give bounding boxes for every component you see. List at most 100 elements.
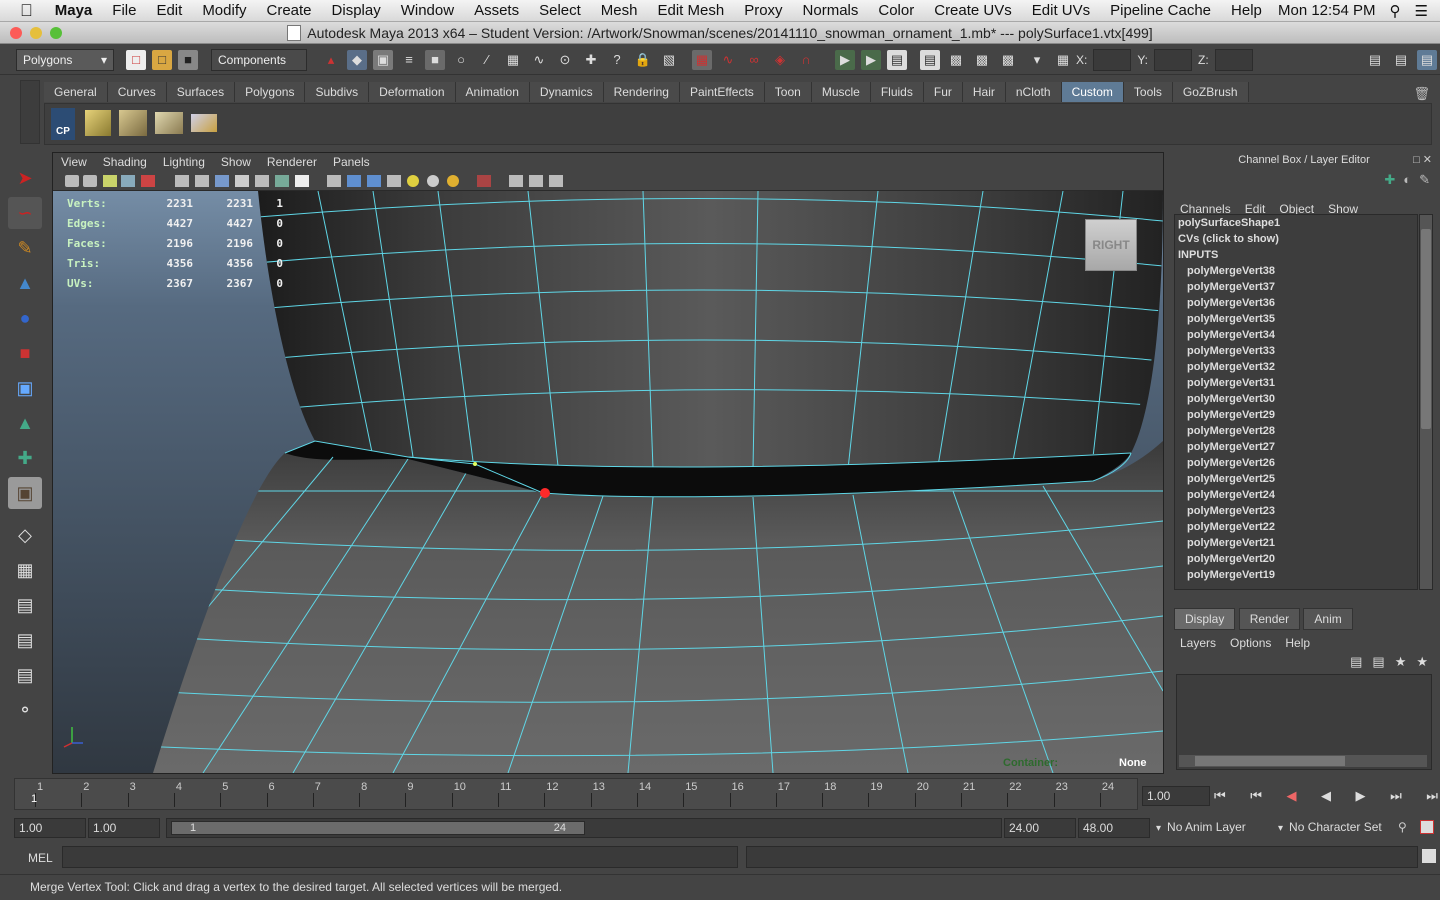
- cvs-toggle[interactable]: CVs (click to show): [1175, 231, 1417, 247]
- menu-create-uvs[interactable]: Create UVs: [924, 2, 1022, 19]
- construction-history-icon[interactable]: ▤: [887, 49, 907, 70]
- ipr-render-icon[interactable]: ▩: [972, 50, 992, 70]
- viewport-menu-show[interactable]: Show: [213, 155, 259, 169]
- range-slider-handle[interactable]: 1 24: [171, 821, 585, 835]
- view-cube[interactable]: RIGHT: [1085, 219, 1137, 271]
- tab-ncloth[interactable]: nCloth: [1005, 82, 1062, 102]
- viewport-menu-lighting[interactable]: Lighting: [155, 155, 213, 169]
- input-node[interactable]: polyMergeVert26: [1175, 455, 1417, 471]
- shelf-options[interactable]: [20, 80, 40, 144]
- layer-list[interactable]: [1176, 674, 1432, 770]
- tab-dynamics[interactable]: Dynamics: [529, 82, 604, 102]
- select-by-line-icon[interactable]: ∕: [477, 50, 497, 70]
- y-field[interactable]: [1154, 48, 1193, 71]
- menu-assets[interactable]: Assets: [464, 2, 529, 19]
- tool-settings-toggle-icon[interactable]: ▤: [1391, 50, 1411, 70]
- attribute-editor-toggle-icon[interactable]: ▤: [1365, 50, 1385, 70]
- input-node[interactable]: polyMergeVert29: [1175, 407, 1417, 423]
- render-view-icon[interactable]: ▤: [920, 49, 940, 70]
- go-to-start-icon[interactable]: ⏮: [1214, 788, 1226, 804]
- render-current-icon[interactable]: ▩: [946, 50, 966, 70]
- menu-help[interactable]: Help: [1221, 2, 1272, 19]
- tab-surfaces[interactable]: Surfaces: [166, 82, 236, 102]
- select-by-pivot-icon[interactable]: ⊙: [555, 50, 575, 70]
- spotlight-search-icon[interactable]: ⚲: [1390, 2, 1401, 20]
- snap-view-plane-icon[interactable]: ◈: [770, 50, 790, 70]
- app-menu[interactable]: Maya: [45, 2, 103, 19]
- vertex-point[interactable]: [473, 462, 477, 466]
- tab-toon[interactable]: Toon: [764, 82, 812, 102]
- character-set-dropdown[interactable]: ▾ No Character Set: [1274, 818, 1398, 838]
- layer-menu-options[interactable]: Options: [1230, 636, 1271, 650]
- select-by-point-icon[interactable]: ■: [425, 49, 445, 70]
- input-node[interactable]: polyMergeVert32: [1175, 359, 1417, 375]
- layout-single-pane-icon[interactable]: ◇: [8, 519, 42, 551]
- tab-animation[interactable]: Animation: [455, 82, 530, 102]
- select-by-face-icon[interactable]: ▦: [503, 50, 523, 70]
- clock[interactable]: Mon 12:54 PM: [1278, 2, 1376, 19]
- new-layer-selected-icon[interactable]: ★: [1416, 654, 1428, 670]
- snap-grid-icon[interactable]: ▦: [692, 49, 712, 70]
- input-node[interactable]: polyMergeVert27: [1175, 439, 1417, 455]
- viewport-menu-view[interactable]: View: [53, 155, 95, 169]
- show-manipulator-icon[interactable]: ✚: [8, 442, 42, 474]
- shelf-tool-1-icon[interactable]: [85, 110, 111, 136]
- absolute-transform-icon[interactable]: ▦: [1053, 50, 1073, 70]
- select-component-icon[interactable]: ▣: [373, 49, 393, 70]
- scale-tool-icon[interactable]: ■: [8, 337, 42, 369]
- select-object-icon[interactable]: ◆: [347, 49, 367, 70]
- select-tool-icon[interactable]: ➤: [8, 162, 42, 194]
- move-layer-down-icon[interactable]: ▤: [1372, 654, 1384, 670]
- menu-edit-uvs[interactable]: Edit UVs: [1022, 2, 1100, 19]
- viewport-menu-shading[interactable]: Shading: [95, 155, 155, 169]
- new-scene-icon[interactable]: □: [126, 49, 146, 70]
- input-node[interactable]: polyMergeVert22: [1175, 519, 1417, 535]
- render-settings-icon[interactable]: ▩: [998, 50, 1018, 70]
- input-node[interactable]: polyMergeVert36: [1175, 295, 1417, 311]
- playback-start-field[interactable]: 1.00: [88, 818, 160, 838]
- open-scene-icon[interactable]: □: [152, 49, 172, 70]
- input-node[interactable]: polyMergeVert24: [1175, 487, 1417, 503]
- input-node[interactable]: polyMergeVert19: [1175, 567, 1417, 583]
- tab-tools[interactable]: Tools: [1123, 82, 1173, 102]
- tab-rendering[interactable]: Rendering: [603, 82, 680, 102]
- z-field[interactable]: [1214, 48, 1253, 71]
- save-scene-icon[interactable]: ■: [178, 49, 198, 70]
- snap-curve-icon[interactable]: ∿: [718, 50, 738, 70]
- merge-vertex-tool-icon[interactable]: ▣: [8, 477, 42, 509]
- menu-window[interactable]: Window: [391, 2, 464, 19]
- tab-muscle[interactable]: Muscle: [811, 82, 871, 102]
- rotate-tool-icon[interactable]: ●: [8, 302, 42, 334]
- menu-pipeline-cache[interactable]: Pipeline Cache: [1100, 2, 1221, 19]
- tab-subdivs[interactable]: Subdivs: [305, 82, 370, 102]
- input-ops-icon[interactable]: ▶: [835, 49, 855, 70]
- input-node[interactable]: polyMergeVert21: [1175, 535, 1417, 551]
- play-backwards-icon[interactable]: ◀: [1321, 788, 1331, 804]
- tab-polygons[interactable]: Polygons: [235, 82, 306, 102]
- play-forwards-icon[interactable]: ▶: [1356, 788, 1366, 804]
- shelf-tool-3-icon[interactable]: [155, 112, 183, 134]
- tab-display[interactable]: Display: [1174, 608, 1236, 630]
- lock-selection-icon[interactable]: 🔒: [633, 50, 653, 70]
- tab-curves[interactable]: Curves: [107, 82, 167, 102]
- script-editor-icon[interactable]: [1422, 849, 1436, 863]
- input-node[interactable]: polyMergeVert31: [1175, 375, 1417, 391]
- filter-arrow-icon[interactable]: ≡: [399, 50, 419, 70]
- channel-box-toggle-icon[interactable]: ▤: [1417, 49, 1437, 70]
- current-time-field[interactable]: 1.00: [1142, 786, 1210, 806]
- input-node[interactable]: polyMergeVert25: [1175, 471, 1417, 487]
- shelf-tool-4-icon[interactable]: [191, 114, 217, 132]
- step-back-frame-icon[interactable]: ◀: [1286, 788, 1296, 804]
- pen-icon[interactable]: ✎: [1419, 172, 1430, 188]
- input-node[interactable]: polyMergeVert28: [1175, 423, 1417, 439]
- scrollbar-thumb[interactable]: [1421, 229, 1431, 429]
- start-time-field[interactable]: 1.00: [14, 818, 86, 838]
- menu-select[interactable]: Select: [529, 2, 591, 19]
- menu-proxy[interactable]: Proxy: [734, 2, 792, 19]
- input-node[interactable]: polyMergeVert38: [1175, 263, 1417, 279]
- input-node[interactable]: polyMergeVert37: [1175, 279, 1417, 295]
- step-forward-key-icon[interactable]: ⏭: [1390, 788, 1402, 804]
- layout-graph-persp-icon[interactable]: ▤: [8, 624, 42, 656]
- menu-display[interactable]: Display: [322, 2, 391, 19]
- move-layer-up-icon[interactable]: ▤: [1350, 654, 1362, 670]
